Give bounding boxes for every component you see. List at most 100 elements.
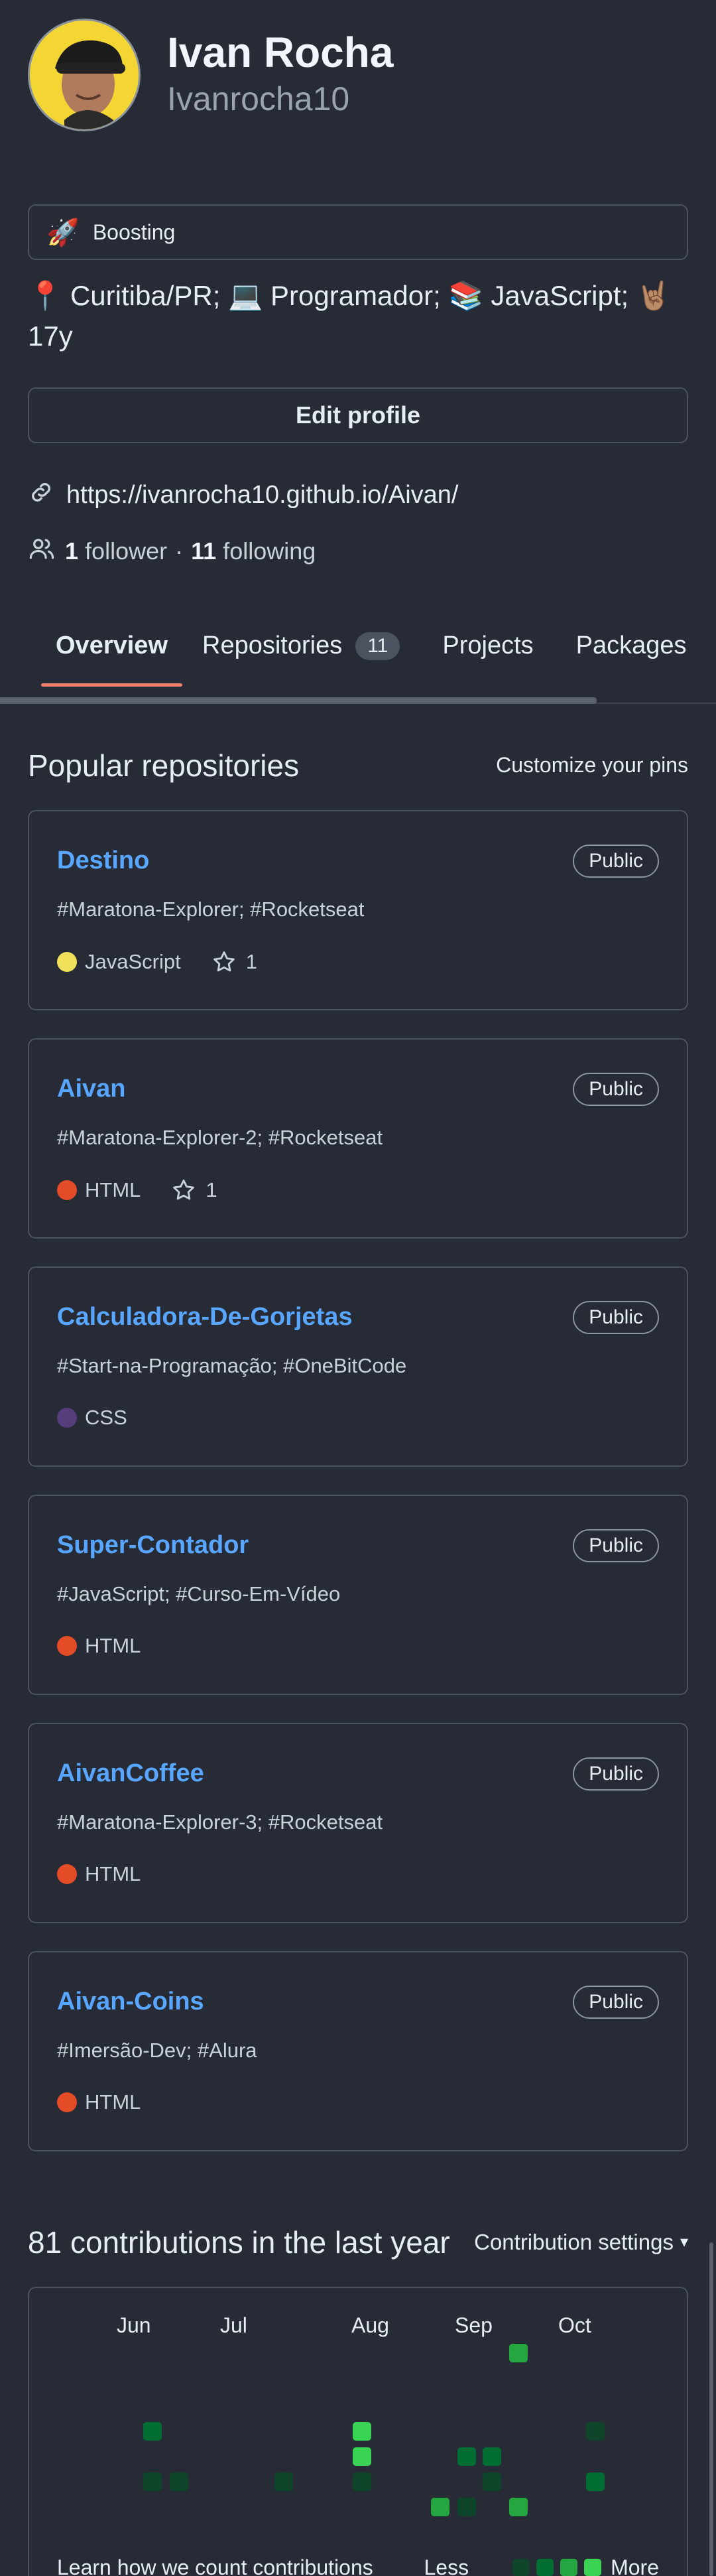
visibility-badge: Public: [573, 1528, 659, 1562]
repo-description: #Imersão-Dev; #Alura: [57, 2038, 257, 2062]
repo-language: HTML: [85, 1633, 141, 1657]
contribution-cell[interactable]: [274, 2472, 293, 2491]
edit-profile-button[interactable]: Edit profile: [28, 387, 688, 443]
repo-description: #JavaScript; #Curso-Em-Vídeo: [57, 1582, 341, 1605]
contribution-cell[interactable]: [586, 2421, 605, 2441]
contribution-cell[interactable]: [353, 2447, 371, 2466]
people-icon: [28, 535, 56, 569]
repositories-count-badge: 11: [355, 632, 400, 660]
language-color-dot: [57, 1635, 77, 1656]
repo-name-link[interactable]: Super-Contador: [57, 1531, 249, 1560]
bio: 📍 Curitiba/PR; 💻 Programador; 📚 JavaScri…: [28, 280, 672, 352]
learn-contributions-link[interactable]: Learn how we count contributions: [57, 2555, 373, 2576]
month-label: Sep: [455, 2313, 493, 2337]
repo-stars-link[interactable]: 1: [171, 1178, 217, 1203]
repo-stars-count: 1: [206, 1178, 217, 1201]
repo-stars-link[interactable]: 1: [211, 949, 257, 975]
legend-less-label: Less: [424, 2555, 469, 2576]
tabs-scrollbar[interactable]: [0, 697, 597, 704]
tab-projects[interactable]: Projects: [428, 610, 548, 683]
status-button[interactable]: 🚀 Boosting: [28, 204, 688, 260]
contribution-settings-dropdown[interactable]: Contribution settings ▾: [474, 2230, 688, 2255]
contribution-legend: Less More: [424, 2555, 659, 2576]
tab-packages[interactable]: Packages: [562, 610, 701, 683]
username: Ivanrocha10: [167, 80, 350, 117]
language-color-dot: [57, 1180, 77, 1200]
repo-description: #Start-na-Programação; #OneBitCode: [57, 1353, 407, 1377]
repo-card: Aivan-Coins Public #Imersão-Dev; #Alura …: [28, 1950, 688, 2151]
contribution-cell[interactable]: [586, 2472, 605, 2491]
contribution-cell[interactable]: [509, 2497, 528, 2516]
tab-packages-label: Packages: [575, 632, 687, 660]
legend-cell: [536, 2559, 554, 2576]
full-name: Ivan Rocha: [167, 29, 394, 77]
website-link[interactable]: https://ivanrocha10.github.io/Aivan/: [66, 481, 459, 509]
month-label: Aug: [351, 2313, 389, 2337]
visibility-badge: Public: [573, 1072, 659, 1106]
avatar[interactable]: [28, 19, 141, 131]
month-label: Oct: [558, 2313, 591, 2337]
repo-card: Destino Public #Maratona-Explorer; #Rock…: [28, 809, 688, 1010]
contribution-cell[interactable]: [143, 2421, 162, 2441]
followers-link[interactable]: 1 follower: [65, 537, 167, 565]
contributions-title: 81 contributions in the last year: [28, 2224, 450, 2260]
contribution-graph: Jun Jul Aug Sep Oct Learn how we count c…: [28, 2286, 688, 2576]
legend-more-label: More: [611, 2555, 659, 2576]
website-row: https://ivanrocha10.github.io/Aivan/: [28, 479, 688, 512]
repo-name-link[interactable]: Aivan: [57, 1075, 125, 1103]
legend-cell: [512, 2559, 530, 2576]
contribution-cell[interactable]: [483, 2472, 501, 2491]
following-link[interactable]: 11 following: [191, 537, 316, 565]
legend-cell: [584, 2559, 602, 2576]
contribution-settings-label: Contribution settings: [474, 2229, 674, 2254]
contribution-cell[interactable]: [483, 2447, 501, 2466]
contribution-cell[interactable]: [509, 2343, 528, 2362]
tab-projects-label: Projects: [442, 632, 534, 660]
language-color-dot: [57, 951, 77, 972]
profile-tabs: Overview Repositories 11 Projects Packag…: [0, 610, 716, 704]
repo-card: Calculadora-De-Gorjetas Public #Start-na…: [28, 1266, 688, 1467]
rocket-icon: 🚀: [46, 218, 80, 247]
visibility-badge: Public: [573, 844, 659, 878]
contribution-cell[interactable]: [457, 2447, 476, 2466]
language-color-dot: [57, 2092, 77, 2112]
star-icon: [213, 951, 235, 972]
legend-cell: [560, 2559, 578, 2576]
page-scrollbar[interactable]: [709, 2242, 713, 2576]
contribution-cell[interactable]: [431, 2497, 449, 2516]
link-icon: [28, 479, 54, 512]
repo-name-link[interactable]: AivanCoffee: [57, 1759, 204, 1788]
contribution-cell[interactable]: [457, 2497, 476, 2516]
repo-card: Aivan Public #Maratona-Explorer-2; #Rock…: [28, 1038, 688, 1239]
status-text: Boosting: [92, 220, 176, 244]
repo-language: JavaScript: [85, 949, 181, 973]
repo-name-link[interactable]: Destino: [57, 847, 149, 875]
repo-language: CSS: [85, 1405, 127, 1429]
repo-language: HTML: [85, 2090, 141, 2114]
tab-repositories-label: Repositories: [202, 632, 343, 660]
pinned-repo-list: Destino Public #Maratona-Explorer; #Rock…: [0, 809, 716, 2151]
contribution-cell[interactable]: [170, 2472, 188, 2491]
tab-overview[interactable]: Overview: [41, 610, 182, 687]
repo-name-link[interactable]: Calculadora-De-Gorjetas: [57, 1303, 353, 1331]
repo-description: #Maratona-Explorer-3; #Rocketseat: [57, 1810, 383, 1834]
visibility-badge: Public: [573, 1300, 659, 1334]
repo-card: Super-Contador Public #JavaScript; #Curs…: [28, 1494, 688, 1695]
caret-down-icon: ▾: [680, 2233, 688, 2252]
repo-description: #Maratona-Explorer; #Rocketseat: [57, 897, 365, 921]
tab-overview-label: Overview: [56, 632, 168, 660]
month-label: Jul: [220, 2313, 247, 2337]
visibility-badge: Public: [573, 1985, 659, 2019]
tab-repositories[interactable]: Repositories 11: [188, 610, 414, 683]
customize-pins-link[interactable]: Customize your pins: [496, 753, 688, 778]
repo-name-link[interactable]: Aivan-Coins: [57, 1988, 204, 2016]
language-color-dot: [57, 1407, 77, 1428]
separator: ·: [175, 537, 184, 565]
contribution-cell[interactable]: [353, 2421, 371, 2441]
repo-description: #Maratona-Explorer-2; #Rocketseat: [57, 1125, 383, 1149]
visibility-badge: Public: [573, 1757, 659, 1791]
contribution-cell[interactable]: [353, 2472, 371, 2491]
popular-repositories-title: Popular repositories: [28, 748, 300, 783]
contribution-cell[interactable]: [143, 2472, 162, 2491]
repo-language: HTML: [85, 1178, 141, 1201]
